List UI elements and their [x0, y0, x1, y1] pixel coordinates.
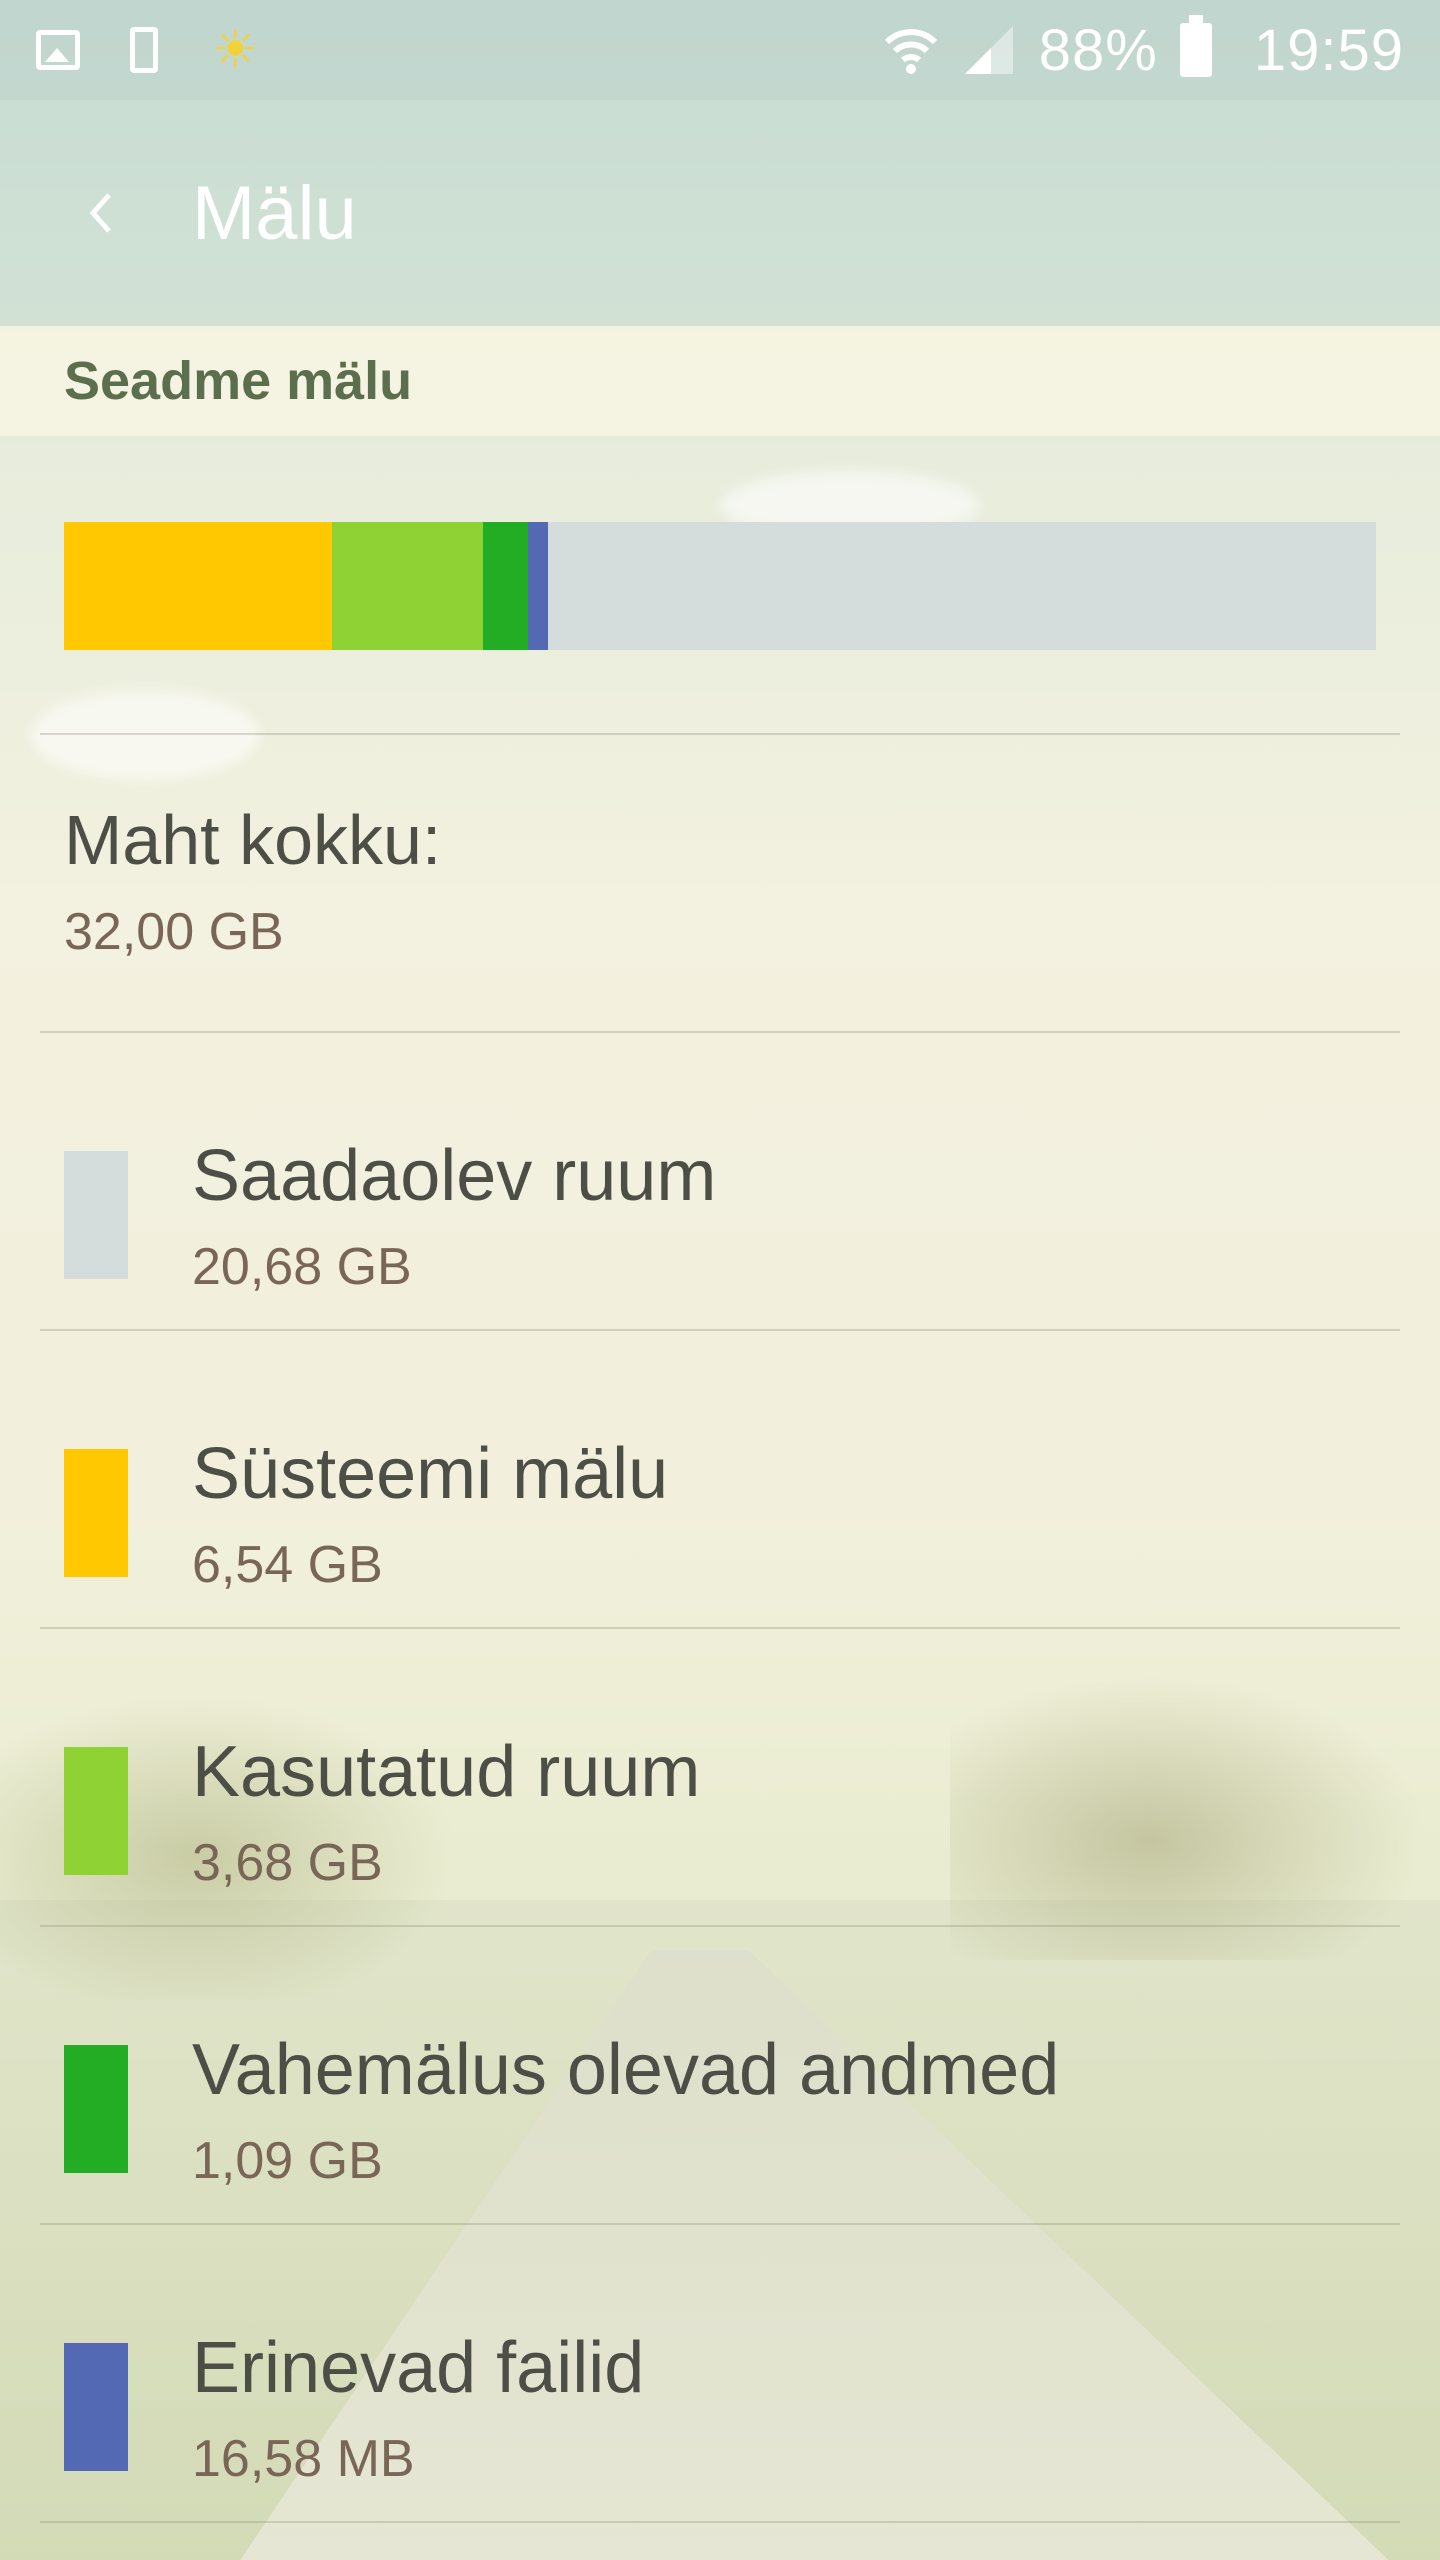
notification-icons: ☀ — [36, 23, 262, 77]
storage-item-value: 6,54 GB — [192, 1536, 383, 1594]
usage-segment — [527, 522, 548, 650]
battery-icon — [1179, 15, 1212, 77]
usage-segment — [64, 522, 333, 650]
usage-segment — [483, 522, 528, 650]
app-bar: Mälu — [0, 100, 1440, 326]
total-capacity: Maht kokku: 32,00 GB — [64, 800, 441, 962]
usage-segment — [547, 522, 1376, 650]
usage-segment — [332, 522, 483, 650]
signal-icon — [961, 24, 1017, 76]
color-swatch — [64, 2045, 128, 2173]
chevron-left-icon — [89, 193, 111, 233]
phone-icon — [130, 27, 158, 73]
status-bar: ☀ 88% 19:59 — [0, 0, 1440, 100]
storage-item-used[interactable]: Kasutatud ruum 3,68 GB — [0, 1627, 1440, 1925]
storage-usage-bar — [64, 522, 1376, 650]
storage-item-system[interactable]: Süsteemi mälu 6,54 GB — [0, 1329, 1440, 1627]
wifi-icon — [883, 24, 939, 76]
cloud — [30, 690, 260, 780]
clock: 19:59 — [1253, 17, 1404, 83]
storage-item-value: 1,09 GB — [192, 2132, 383, 2190]
storage-item-value: 3,68 GB — [192, 1834, 383, 1892]
color-swatch — [64, 1449, 128, 1577]
total-capacity-value: 32,00 GB — [64, 903, 284, 961]
storage-item-misc-files[interactable]: Erinevad failid 16,58 MB — [0, 2223, 1440, 2521]
storage-item-label: Vahemälus olevad andmed — [192, 2030, 1060, 2110]
system-icons: 88% 19:59 — [883, 15, 1404, 84]
divider — [40, 733, 1400, 735]
divider — [40, 2521, 1400, 2523]
color-swatch — [64, 2343, 128, 2471]
storage-item-available[interactable]: Saadaolev ruum 20,68 GB — [0, 1031, 1440, 1329]
storage-item-cached-data[interactable]: Vahemälus olevad andmed 1,09 GB — [0, 1925, 1440, 2223]
storage-item-value: 20,68 GB — [192, 1238, 412, 1296]
storage-item-label: Saadaolev ruum — [192, 1136, 717, 1216]
storage-item-label: Erinevad failid — [192, 2328, 645, 2408]
color-swatch — [64, 1151, 128, 1279]
storage-item-label: Kasutatud ruum — [192, 1732, 701, 1812]
total-capacity-label: Maht kokku: — [64, 801, 442, 879]
page-title: Mälu — [192, 170, 357, 256]
sun-icon: ☀ — [211, 21, 259, 79]
battery-percentage: 88% — [1038, 17, 1158, 83]
storage-item-value: 16,58 MB — [192, 2430, 415, 2488]
color-swatch — [64, 1747, 128, 1875]
section-header: Seadme mälu — [0, 326, 1440, 436]
back-button[interactable] — [40, 153, 160, 273]
image-icon — [36, 30, 80, 70]
storage-item-label: Süsteemi mälu — [192, 1434, 669, 1514]
